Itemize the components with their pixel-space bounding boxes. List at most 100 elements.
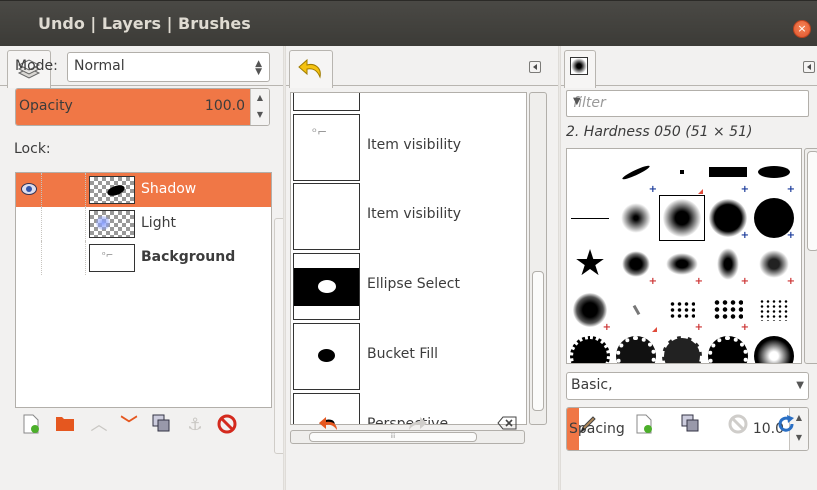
visibility-toggle[interactable] xyxy=(16,173,42,207)
brush-cell[interactable]: + xyxy=(705,149,751,195)
title-bar[interactable]: Undo | Layers | Brushes × xyxy=(0,0,817,46)
opacity-spinner[interactable]: ▲ ▼ xyxy=(250,89,269,125)
layer-row-background[interactable]: ᵒ⌐ Background xyxy=(16,241,271,275)
mode-select[interactable]: Normal ▲ ▼ xyxy=(67,52,270,82)
layer-row-shadow[interactable]: Shadow xyxy=(16,173,271,207)
brush-cell[interactable]: + xyxy=(705,241,751,287)
duplicate-brush-icon[interactable] xyxy=(679,414,701,436)
brush-cell[interactable]: + xyxy=(751,241,797,287)
tab-undo[interactable] xyxy=(289,50,333,88)
brushes-menu-button[interactable] xyxy=(803,61,815,73)
opacity-slider[interactable]: Opacity 100.0 ▲ ▼ xyxy=(15,88,270,126)
duplicate-layer-icon[interactable] xyxy=(150,414,172,436)
preset-value: Basic, xyxy=(571,377,613,393)
edit-brush-icon[interactable] xyxy=(577,414,599,436)
brush-grid[interactable]: + + + + + ★ + + + + + + + xyxy=(566,148,802,364)
visibility-toggle[interactable] xyxy=(16,241,42,275)
chain-toggle[interactable] xyxy=(42,173,86,207)
undo-menu-button[interactable] xyxy=(529,61,541,73)
undo-item[interactable] xyxy=(291,93,526,112)
brush-cell[interactable]: + xyxy=(659,241,705,287)
brush-cell[interactable] xyxy=(613,195,659,241)
opacity-label: Opacity xyxy=(19,98,73,114)
undo-history-list[interactable]: ᵒ⌐ Item visibility Item visibility Ellips… xyxy=(290,92,527,425)
undo-item[interactable]: Ellipse Select xyxy=(291,252,526,321)
clear-history-icon[interactable] xyxy=(496,414,518,436)
layer-name: Light xyxy=(141,215,176,231)
layer-thumbnail xyxy=(89,210,135,238)
undo-item[interactable]: Item visibility xyxy=(291,182,526,251)
undo-item[interactable]: ᵒ⌐ Item visibility xyxy=(291,113,526,182)
lock-label: Lock: xyxy=(14,141,51,157)
brush-cell[interactable] xyxy=(613,287,659,333)
brush-preview-icon xyxy=(570,57,588,75)
close-button[interactable]: × xyxy=(793,20,811,38)
brush-cell[interactable] xyxy=(751,287,797,333)
undo-scrollbar[interactable] xyxy=(529,92,547,425)
mode-value: Normal xyxy=(74,58,125,74)
undo-thumbnail xyxy=(293,253,360,320)
undo-thumbnail: ᵒ⌐ xyxy=(293,114,360,181)
undo-thumbnail xyxy=(293,93,360,111)
brush-cell[interactable]: + xyxy=(751,195,797,241)
dock-window: Undo | Layers | Brushes × Mode: Normal ▲… xyxy=(0,0,817,490)
brush-cell[interactable] xyxy=(659,149,705,195)
new-layer-icon[interactable] xyxy=(20,414,42,436)
delete-brush-icon[interactable] xyxy=(727,414,749,436)
tab-brushes[interactable] xyxy=(564,50,596,88)
visibility-toggle[interactable] xyxy=(16,207,42,241)
raise-layer-icon[interactable]: ︿ xyxy=(88,414,110,436)
brush-cell[interactable] xyxy=(567,195,613,241)
brush-cell[interactable] xyxy=(751,333,797,363)
delete-layer-icon[interactable] xyxy=(216,414,238,436)
brush-cell[interactable] xyxy=(659,333,705,363)
undo-item-label: Bucket Fill xyxy=(367,346,439,362)
layers-toolbar: ︿ ﹀ ⚓ xyxy=(0,404,283,444)
brush-cell-selected[interactable] xyxy=(659,195,705,241)
layers-list[interactable]: Shadow Light ᵒ⌐ Background xyxy=(15,172,272,408)
refresh-brushes-icon[interactable] xyxy=(775,414,797,436)
undo-item-label: Item visibility xyxy=(367,206,462,222)
anchor-layer-icon[interactable]: ⚓ xyxy=(184,414,206,436)
layer-row-light[interactable]: Light xyxy=(16,207,271,241)
eye-icon xyxy=(21,183,37,195)
brush-filter-field[interactable]: filter ▼ xyxy=(566,90,809,117)
brush-cell[interactable]: + xyxy=(613,241,659,287)
undo-thumbnail xyxy=(293,323,360,390)
undo-history-icon xyxy=(298,57,326,85)
chain-toggle[interactable] xyxy=(42,207,86,241)
lower-layer-icon[interactable]: ﹀ xyxy=(118,414,140,436)
layer-thumbnail: ᵒ⌐ xyxy=(89,244,135,272)
undo-icon[interactable] xyxy=(318,414,340,436)
chevron-down-icon: ▼ xyxy=(573,96,581,107)
brush-cell[interactable]: + xyxy=(567,287,613,333)
chain-toggle[interactable] xyxy=(42,241,86,275)
undo-thumbnail xyxy=(293,183,360,250)
brush-cell[interactable] xyxy=(567,149,613,195)
window-title: Undo | Layers | Brushes xyxy=(38,14,251,33)
undo-item-label: Ellipse Select xyxy=(367,276,460,292)
undo-toolbar xyxy=(286,404,558,444)
redo-icon[interactable] xyxy=(406,414,428,436)
layer-name: Shadow xyxy=(141,181,197,197)
brush-cell[interactable]: + xyxy=(613,149,659,195)
brush-cell[interactable] xyxy=(567,333,613,363)
selected-brush-name: 2. Hardness 050 (51 × 51) xyxy=(566,124,753,140)
brush-cell[interactable]: + xyxy=(659,287,705,333)
brush-cell[interactable] xyxy=(705,333,751,363)
brush-scrollbar[interactable] xyxy=(804,148,817,364)
new-layer-group-icon[interactable] xyxy=(54,414,76,436)
brush-preset-select[interactable]: Basic, ▼ xyxy=(566,372,809,400)
brush-cell[interactable]: + xyxy=(751,149,797,195)
undo-item-label: Item visibility xyxy=(367,137,462,153)
new-brush-icon[interactable] xyxy=(633,414,655,436)
opacity-value: 100.0 xyxy=(204,98,245,114)
layer-name: Background xyxy=(141,249,236,265)
brush-cell[interactable]: ★ xyxy=(567,241,613,287)
brushes-toolbar xyxy=(561,404,817,444)
undo-item[interactable]: Bucket Fill xyxy=(291,322,526,391)
updown-icon: ▲ ▼ xyxy=(255,59,262,77)
brush-cell[interactable]: + xyxy=(705,287,751,333)
brush-cell[interactable]: + xyxy=(705,195,751,241)
brush-cell[interactable] xyxy=(613,333,659,363)
